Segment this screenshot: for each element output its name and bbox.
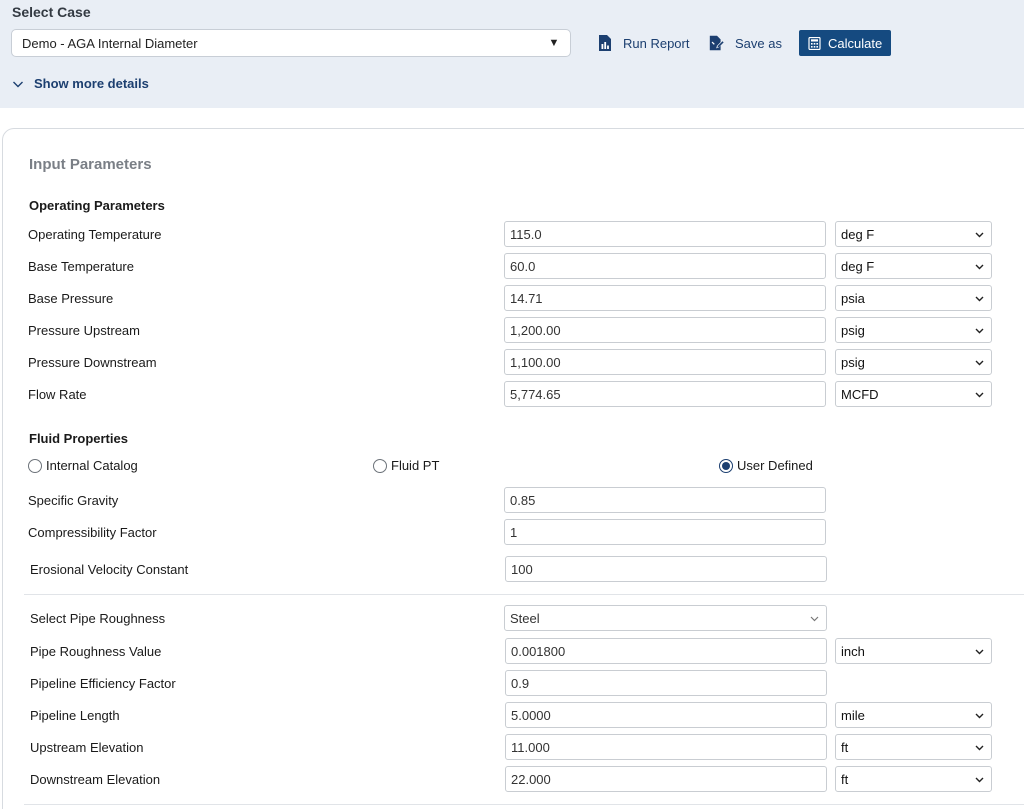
select-pipe-roughness-label: Select Pipe Roughness [30, 611, 166, 626]
unit-value: ft [841, 771, 849, 787]
section-divider [24, 594, 1024, 595]
case-select-value: Demo - AGA Internal Diameter [22, 35, 198, 51]
pipe-roughness-select-value: Steel [510, 610, 540, 626]
save-as-button[interactable]: Save as [708, 30, 782, 56]
chevron-down-icon [975, 649, 984, 655]
chevron-down-icon [975, 360, 984, 366]
select-case-label: Select Case [12, 4, 91, 20]
radio-internal-catalog[interactable]: Internal Catalog [28, 458, 138, 473]
compressibility-factor-input[interactable]: 1 [504, 519, 826, 545]
chevron-down-icon [975, 392, 984, 398]
base-temperature-input[interactable]: 60.0 [504, 253, 826, 279]
downstream-elevation-input[interactable]: 22.000 [505, 766, 827, 792]
pipeline-efficiency-factor-label: Pipeline Efficiency Factor [30, 676, 176, 691]
chevron-down-icon [975, 232, 984, 238]
calculator-icon [808, 36, 821, 50]
chevron-down-icon [975, 745, 984, 751]
pipeline-length-input[interactable]: 5.0000 [505, 702, 827, 728]
show-more-details-toggle[interactable]: Show more details [12, 76, 149, 91]
unit-value: inch [841, 643, 865, 659]
base-pressure-input[interactable]: 14.71 [504, 285, 826, 311]
operating-temperature-unit-select[interactable]: deg F [835, 221, 992, 247]
pressure-upstream-input[interactable]: 1,200.00 [504, 317, 826, 343]
run-report-button[interactable]: Run Report [596, 30, 689, 56]
unit-value: deg F [841, 226, 875, 242]
caret-down-icon: ▼ [548, 37, 560, 49]
operating-temperature-label: Operating Temperature [28, 227, 162, 242]
flow-rate-label: Flow Rate [28, 387, 87, 402]
pipeline-length-unit-select[interactable]: mile [835, 702, 992, 728]
section-divider [24, 804, 1024, 805]
upstream-elevation-label: Upstream Elevation [30, 740, 144, 755]
radio-fluid-pt[interactable]: Fluid PT [373, 458, 439, 473]
report-chart-icon [599, 35, 611, 51]
erosional-velocity-constant-input[interactable]: 100 [505, 556, 827, 582]
pipe-roughness-value-input[interactable]: 0.001800 [505, 638, 827, 664]
erosional-velocity-constant-label: Erosional Velocity Constant [30, 562, 189, 577]
pressure-downstream-input[interactable]: 1,100.00 [504, 349, 826, 375]
specific-gravity-label: Specific Gravity [28, 493, 119, 508]
operating-temperature-input[interactable]: 115.0 [504, 221, 826, 247]
chevron-down-icon [975, 296, 984, 302]
save-as-label: Save as [735, 35, 782, 51]
chevron-down-icon [13, 81, 23, 87]
operating-parameters-heading: Operating Parameters [29, 198, 165, 213]
unit-value: MCFD [841, 386, 879, 402]
calculate-button[interactable]: Calculate [799, 30, 891, 56]
pressure-upstream-label: Pressure Upstream [28, 323, 140, 338]
fluid-properties-heading: Fluid Properties [29, 431, 128, 446]
pressure-upstream-unit-select[interactable]: psig [835, 317, 992, 343]
base-pressure-label: Base Pressure [28, 291, 114, 306]
chevron-down-icon [810, 616, 819, 622]
downstream-elevation-label: Downstream Elevation [30, 772, 161, 787]
unit-value: psia [841, 290, 865, 306]
flow-rate-unit-select[interactable]: MCFD [835, 381, 992, 407]
radio-label: Internal Catalog [46, 458, 138, 473]
calculate-label: Calculate [828, 35, 883, 51]
chevron-down-icon [975, 777, 984, 783]
pipeline-length-label: Pipeline Length [30, 708, 120, 723]
radio-label: User Defined [737, 458, 813, 473]
save-edit-icon [709, 35, 725, 51]
upstream-elevation-unit-select[interactable]: ft [835, 734, 992, 760]
pressure-downstream-label: Pressure Downstream [28, 355, 157, 370]
pipe-roughness-select[interactable]: Steel [504, 605, 827, 631]
show-more-details-label: Show more details [34, 76, 149, 91]
run-report-label: Run Report [623, 35, 690, 51]
compressibility-factor-label: Compressibility Factor [28, 525, 157, 540]
unit-value: psig [841, 322, 865, 338]
radio-label: Fluid PT [391, 458, 440, 473]
unit-value: ft [841, 739, 849, 755]
unit-value: mile [841, 707, 865, 723]
base-temperature-label: Base Temperature [28, 259, 134, 274]
pipeline-efficiency-factor-input[interactable]: 0.9 [505, 670, 827, 696]
chevron-down-icon [975, 264, 984, 270]
pipe-roughness-unit-select[interactable]: inch [835, 638, 992, 664]
case-select[interactable]: Demo - AGA Internal Diameter ▼ [11, 29, 571, 57]
flow-rate-input[interactable]: 5,774.65 [504, 381, 826, 407]
chevron-down-icon [975, 328, 984, 334]
base-pressure-unit-select[interactable]: psia [835, 285, 992, 311]
unit-value: deg F [841, 258, 875, 274]
base-temperature-unit-select[interactable]: deg F [835, 253, 992, 279]
input-parameters-title: Input Parameters [29, 156, 152, 173]
pipe-roughness-value-label: Pipe Roughness Value [30, 644, 162, 659]
unit-value: psig [841, 354, 865, 370]
chevron-down-icon [975, 713, 984, 719]
pressure-downstream-unit-select[interactable]: psig [835, 349, 992, 375]
specific-gravity-input[interactable]: 0.85 [504, 487, 826, 513]
radio-circle-icon [28, 458, 42, 473]
radio-selected-icon [719, 458, 733, 473]
radio-circle-icon [373, 458, 387, 473]
downstream-elevation-unit-select[interactable]: ft [835, 766, 992, 792]
radio-user-defined[interactable]: User Defined [719, 458, 813, 473]
upstream-elevation-input[interactable]: 11.000 [505, 734, 827, 760]
